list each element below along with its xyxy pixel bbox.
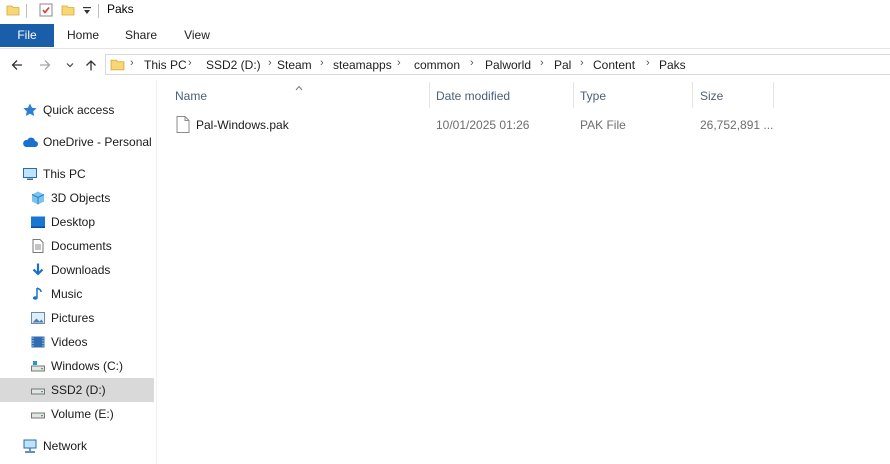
document-icon: [30, 238, 46, 254]
file-type: PAK File: [580, 118, 626, 132]
navigation-pane: Quick access OneDrive - Personal This PC…: [0, 96, 156, 464]
toolbar-separator: [26, 4, 27, 18]
breadcrumb-chevron-icon[interactable]: ›: [130, 57, 134, 69]
breadcrumb-chevron-icon[interactable]: ›: [646, 57, 650, 69]
customize-toolbar-icon[interactable]: [82, 5, 92, 19]
breadcrumb-item[interactable]: steamapps: [333, 58, 392, 72]
back-arrow-icon[interactable]: [8, 56, 26, 74]
sidebar-item-label: Network: [43, 439, 88, 453]
column-separator[interactable]: [429, 82, 430, 108]
drive-icon: [30, 406, 46, 422]
breadcrumb-chevron-icon[interactable]: ›: [540, 57, 544, 69]
computer-icon: [22, 166, 38, 182]
column-separator[interactable]: [573, 82, 574, 108]
sidebar-item-label: OneDrive - Personal: [43, 135, 152, 149]
videos-icon: [30, 334, 46, 350]
column-separator[interactable]: [773, 82, 774, 108]
sidebar-item-desktop[interactable]: Desktop: [0, 210, 154, 234]
sidebar-item-onedrive[interactable]: OneDrive - Personal: [0, 130, 154, 154]
pictures-icon: [30, 310, 46, 326]
sidebar-item-videos[interactable]: Videos: [0, 330, 154, 354]
breadcrumb-item[interactable]: Content: [593, 58, 635, 72]
file-icon: [176, 116, 190, 136]
breadcrumb-item[interactable]: Steam: [277, 58, 312, 72]
up-arrow-icon[interactable]: [82, 56, 100, 74]
file-date-modified: 10/01/2025 01:26: [436, 118, 530, 132]
ribbon-tabs: File Home Share View: [0, 24, 890, 49]
folder-icon: [110, 57, 125, 75]
network-icon: [22, 438, 38, 454]
tab-share[interactable]: Share: [114, 24, 168, 47]
sidebar-item-downloads[interactable]: Downloads: [0, 258, 154, 282]
sidebar-item-label: Volume (E:): [51, 407, 114, 421]
drive-icon: [30, 358, 46, 374]
sidebar-item-network[interactable]: Network: [0, 434, 154, 458]
download-icon: [30, 262, 46, 278]
column-header-size[interactable]: Size: [700, 89, 723, 103]
cube-icon: [30, 190, 46, 206]
sidebar-item-windows-c[interactable]: Windows (C:): [0, 354, 154, 378]
sidebar-item-label: Quick access: [43, 103, 115, 117]
file-name[interactable]: Pal-Windows.pak: [196, 118, 289, 132]
cloud-icon: [22, 134, 38, 150]
sidebar-item-label: Pictures: [51, 311, 95, 325]
title-bar: Paks: [0, 0, 890, 22]
breadcrumb-item[interactable]: SSD2 (D:): [206, 58, 261, 72]
forward-arrow-icon[interactable]: [36, 56, 54, 74]
breadcrumb-item[interactable]: Paks: [659, 58, 686, 72]
sidebar-item-label: Desktop: [51, 215, 96, 229]
sidebar-item-label: 3D Objects: [51, 191, 111, 205]
file-size: 26,752,891 ...: [700, 118, 774, 132]
drive-icon: [30, 382, 46, 398]
tab-view[interactable]: View: [170, 24, 224, 47]
sidebar-item-label: Downloads: [51, 263, 111, 277]
sidebar-item-label: Documents: [51, 239, 112, 253]
sidebar-item-label: Music: [51, 287, 83, 301]
column-header-name[interactable]: Name: [175, 89, 207, 103]
column-separator[interactable]: [692, 82, 693, 108]
sidebar-item-label: Windows (C:): [51, 359, 124, 373]
breadcrumb-chevron-icon[interactable]: ›: [470, 57, 474, 69]
folder-icon[interactable]: [6, 3, 20, 20]
breadcrumb-chevron-icon[interactable]: ›: [580, 57, 584, 69]
breadcrumb-chevron-icon[interactable]: ›: [397, 57, 401, 69]
window-title: Paks: [107, 2, 134, 16]
breadcrumb-item[interactable]: common: [414, 58, 460, 72]
sidebar-item-this-pc[interactable]: This PC: [0, 162, 154, 186]
sidebar-item-label: This PC: [43, 167, 86, 181]
breadcrumb-item[interactable]: Palworld: [485, 58, 531, 72]
sidebar-item-volume-e[interactable]: Volume (E:): [0, 402, 154, 426]
star-icon: [22, 102, 38, 118]
tab-home[interactable]: Home: [56, 24, 110, 47]
sidebar-item-music[interactable]: Music: [0, 282, 154, 306]
toolbar-separator: [98, 4, 99, 18]
breadcrumb-chevron-icon[interactable]: ›: [320, 57, 324, 69]
new-folder-icon[interactable]: [61, 3, 75, 20]
recent-locations-chevron-icon[interactable]: [61, 56, 79, 74]
breadcrumb-item[interactable]: Pal: [554, 58, 571, 72]
tab-file[interactable]: File: [0, 24, 54, 47]
sidebar-item-ssd2-d[interactable]: SSD2 (D:): [0, 378, 154, 402]
sidebar-item-label: Videos: [51, 335, 88, 349]
address-bar[interactable]: › This PC › SSD2 (D:) › Steam › steamapp…: [105, 54, 890, 75]
sidebar-item-label: SSD2 (D:): [51, 383, 106, 397]
sort-indicator-icon: [295, 80, 303, 94]
sidebar-item-quick-access[interactable]: Quick access: [0, 98, 154, 122]
sidebar-item-documents[interactable]: Documents: [0, 234, 154, 258]
properties-icon[interactable]: [38, 2, 54, 21]
column-header-date-modified[interactable]: Date modified: [436, 89, 510, 103]
sidebar-item-3d-objects[interactable]: 3D Objects: [0, 186, 154, 210]
sidebar-item-pictures[interactable]: Pictures: [0, 306, 154, 330]
breadcrumb-chevron-icon[interactable]: ›: [188, 57, 192, 69]
sidebar-divider: [156, 80, 157, 464]
breadcrumb-chevron-icon[interactable]: ›: [268, 57, 272, 69]
column-header-type[interactable]: Type: [580, 89, 606, 103]
music-icon: [30, 286, 46, 302]
breadcrumb-item[interactable]: This PC: [144, 58, 187, 72]
desktop-icon: [30, 214, 46, 230]
